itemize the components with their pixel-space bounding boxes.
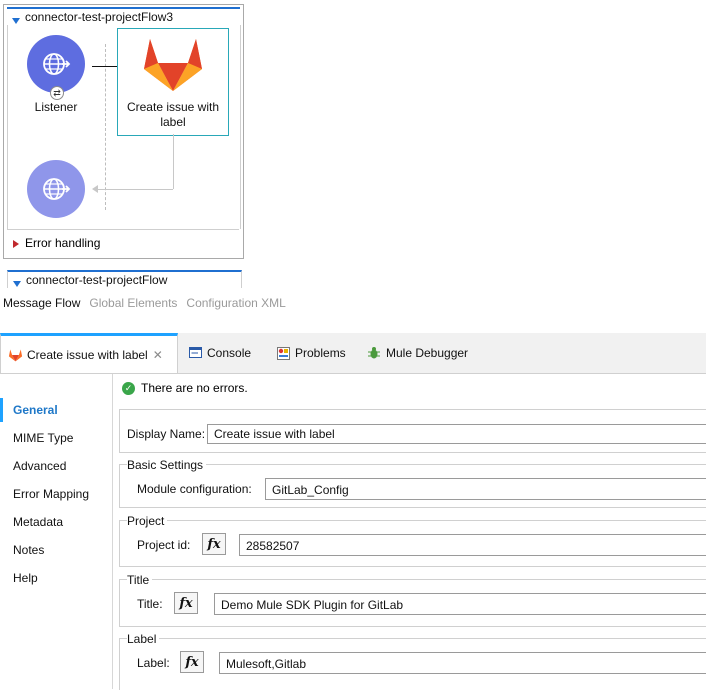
nav-general[interactable]: General bbox=[0, 398, 112, 422]
source-badge-icon: ⇄ bbox=[50, 86, 64, 100]
collapse-triangle-icon[interactable] bbox=[13, 276, 21, 290]
status-text: There are no errors. bbox=[141, 381, 248, 395]
return-line-h bbox=[97, 189, 173, 190]
tab-global-elements[interactable]: Global Elements bbox=[89, 296, 177, 310]
tab-mule-debugger-label: Mule Debugger bbox=[386, 346, 469, 360]
editor-tabs: Message Flow Global Elements Configuration… bbox=[0, 296, 291, 314]
listener-response-node[interactable] bbox=[27, 160, 85, 218]
expand-triangle-icon[interactable] bbox=[13, 237, 19, 251]
tab-problems-label: Problems bbox=[295, 346, 346, 360]
label-field-label: Label: bbox=[137, 656, 170, 670]
close-icon[interactable]: ✕ bbox=[153, 348, 163, 362]
check-circle-icon: ✓ bbox=[122, 381, 135, 395]
tab-mule-debugger[interactable]: Mule Debugger bbox=[367, 333, 468, 373]
nav-mime-type[interactable]: MIME Type bbox=[0, 426, 112, 450]
label-title: Label bbox=[127, 632, 160, 646]
project-title: Project bbox=[127, 514, 168, 528]
fx-toggle-button[interactable]: fx bbox=[180, 651, 204, 673]
flow-title: connector-test-projectFlow3 bbox=[25, 10, 174, 24]
tab-message-flow[interactable]: Message Flow bbox=[3, 296, 80, 310]
gitlab-logo-icon bbox=[144, 39, 202, 91]
tab-problems[interactable]: Problems bbox=[277, 333, 346, 373]
create-issue-node[interactable]: Create issue with label bbox=[117, 28, 229, 136]
display-name-label: Display Name: bbox=[127, 427, 206, 441]
module-config-label: Module configuration: bbox=[137, 482, 252, 496]
gitlab-icon bbox=[8, 349, 23, 361]
listener-label: Listener bbox=[34, 100, 78, 114]
fx-toggle-button[interactable]: fx bbox=[174, 592, 198, 614]
title-title: Title bbox=[127, 573, 153, 587]
display-name-input[interactable]: Create issue with label bbox=[207, 424, 706, 444]
tab-console-label: Console bbox=[207, 346, 252, 360]
problems-icon bbox=[277, 346, 290, 360]
fx-toggle-button[interactable]: fx bbox=[202, 533, 226, 555]
globe-icon bbox=[43, 178, 71, 200]
label-input[interactable]: Mulesoft,Gitlab bbox=[219, 652, 706, 674]
project-id-label: Project id: bbox=[137, 538, 191, 552]
nav-error-mapping[interactable]: Error Mapping bbox=[0, 482, 112, 506]
validation-status: ✓ There are no errors. bbox=[122, 379, 248, 397]
globe-icon bbox=[43, 53, 71, 75]
error-handling-row[interactable]: Error handling bbox=[7, 229, 239, 255]
title-input[interactable]: Demo Mule SDK Plugin for GitLab bbox=[214, 593, 706, 615]
tab-configuration-xml[interactable]: Configuration XML bbox=[186, 296, 285, 310]
debugger-icon bbox=[368, 347, 380, 359]
return-arrow-head-icon bbox=[92, 185, 98, 193]
title-field-label: Title: bbox=[137, 597, 163, 611]
nav-metadata[interactable]: Metadata bbox=[0, 510, 112, 534]
view-tabbar: Create issue with label ✕ Console Proble… bbox=[0, 333, 706, 374]
listener-node[interactable] bbox=[27, 35, 85, 93]
project-id-input[interactable]: 28582507 bbox=[239, 534, 706, 556]
module-config-select[interactable]: GitLab_Config bbox=[265, 478, 706, 500]
tab-create-issue[interactable]: Create issue with label ✕ bbox=[0, 333, 178, 373]
create-issue-label: Create issue with label bbox=[126, 100, 220, 129]
nav-help[interactable]: Help bbox=[0, 566, 112, 590]
nav-advanced[interactable]: Advanced bbox=[0, 454, 112, 478]
flow-title-2: connector-test-projectFlow bbox=[26, 273, 168, 287]
tab-console[interactable]: Console bbox=[189, 333, 251, 373]
nav-notes[interactable]: Notes bbox=[0, 538, 112, 562]
return-line bbox=[173, 134, 174, 189]
properties-nav: General MIME Type Advanced Error Mapping… bbox=[0, 374, 113, 689]
tab-create-issue-label: Create issue with label bbox=[27, 347, 148, 362]
console-icon bbox=[189, 347, 202, 358]
flow-divider bbox=[105, 44, 106, 210]
flow-header-2[interactable]: connector-test-projectFlow bbox=[7, 270, 242, 288]
basic-settings-title: Basic Settings bbox=[127, 458, 207, 472]
error-handling-label: Error handling bbox=[25, 236, 101, 250]
flow-header[interactable]: connector-test-projectFlow3 bbox=[7, 7, 240, 27]
